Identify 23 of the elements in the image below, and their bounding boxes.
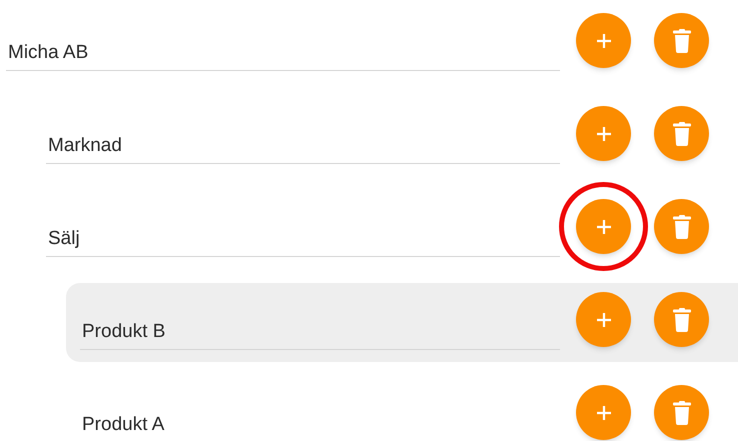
delete-button[interactable] bbox=[654, 13, 709, 68]
trash-icon bbox=[672, 400, 692, 424]
trash-icon bbox=[672, 122, 692, 146]
name-field[interactable]: Micha AB bbox=[6, 35, 560, 71]
plus-icon bbox=[594, 32, 612, 50]
name-field[interactable]: Marknad bbox=[46, 128, 560, 164]
plus-icon bbox=[594, 404, 612, 422]
delete-button[interactable] bbox=[654, 106, 709, 161]
add-button[interactable] bbox=[576, 385, 631, 440]
trash-icon bbox=[672, 214, 692, 238]
delete-button[interactable] bbox=[654, 199, 709, 254]
add-button[interactable] bbox=[576, 199, 631, 254]
add-button[interactable] bbox=[576, 106, 631, 161]
delete-button[interactable] bbox=[654, 385, 709, 440]
trash-icon bbox=[672, 308, 692, 332]
trash-icon bbox=[672, 28, 692, 52]
name-field[interactable]: Produkt B bbox=[80, 314, 560, 350]
name-field[interactable]: Produkt A bbox=[80, 407, 560, 441]
add-button[interactable] bbox=[576, 13, 631, 68]
plus-icon bbox=[594, 218, 612, 236]
plus-icon bbox=[594, 310, 612, 328]
plus-icon bbox=[594, 124, 612, 142]
name-field[interactable]: Sälj bbox=[46, 221, 560, 257]
